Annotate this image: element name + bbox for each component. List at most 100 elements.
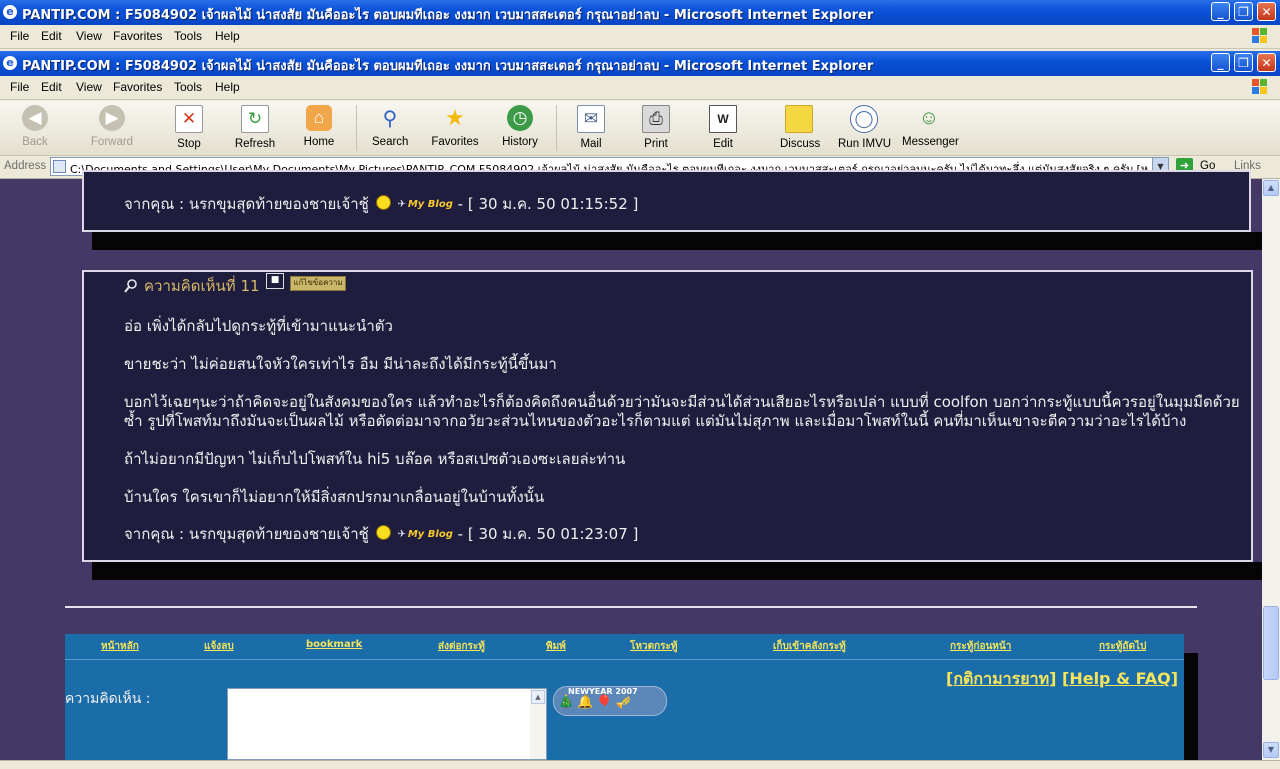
comment-flag-checkbox[interactable]: ■: [266, 273, 284, 289]
toolbar-separator: [556, 105, 557, 151]
nav-vote-link[interactable]: โหวตกระทู้: [630, 639, 677, 654]
comment-signature: จากคุณ : นรกขุมสุดท้ายของชายเจ้าชู้ ✈ My …: [124, 525, 639, 543]
stop-button[interactable]: ✕ Stop: [171, 105, 207, 150]
comment-paragraph: ถ้าไม่อยากมีปัญหา ไม่เก็บไปโพสท์ใน hi5 บ…: [124, 450, 626, 468]
menu-file[interactable]: File: [10, 80, 29, 94]
panel-shadow: [1184, 653, 1198, 760]
close-button[interactable]: ✕: [1257, 2, 1276, 21]
reply-textarea[interactable]: ▲: [227, 688, 547, 760]
window-title-bar-1[interactable]: e PANTIP.COM : F5084902 เจ้าผลไม้ น่าสงส…: [0, 0, 1280, 25]
search-icon: ⚲: [382, 107, 398, 130]
scroll-up-icon[interactable]: ▲: [531, 690, 545, 704]
nav-print-link[interactable]: พิมพ์: [546, 639, 566, 654]
menu-edit[interactable]: Edit: [41, 29, 62, 43]
nav-report-link[interactable]: แจ้งลบ: [204, 639, 234, 654]
comment-timestamp: - [ 30 ม.ค. 50 01:23:07 ]: [457, 525, 639, 543]
nav-forward-link[interactable]: ส่งต่อกระทู้: [438, 639, 485, 654]
favorites-star-icon: ★: [445, 105, 465, 130]
discuss-button[interactable]: Discuss: [780, 105, 820, 150]
comment-paragraph: ซ้ำ รูปที่โพสท์มาถึงมันจะเป็นผลไม้ หรือต…: [124, 412, 1187, 430]
smiley-icon: [375, 525, 391, 540]
menu-edit[interactable]: Edit: [41, 80, 62, 94]
reply-label: ความคิดเห็น :: [65, 691, 151, 707]
scroll-down-arrow-icon[interactable]: ▼: [1263, 742, 1279, 758]
menu-help[interactable]: Help: [215, 80, 240, 94]
help-faq-link[interactable]: Help & FAQ: [1069, 669, 1170, 688]
edit-button[interactable]: W Edit: [708, 105, 738, 150]
menu-favorites[interactable]: Favorites: [113, 29, 162, 43]
home-button[interactable]: ⌂ Home: [303, 105, 335, 148]
address-label: Address: [4, 160, 47, 172]
menu-help[interactable]: Help: [215, 29, 240, 43]
messenger-button[interactable]: ☺ Messenger: [902, 105, 959, 149]
back-button[interactable]: ◀ Back: [18, 105, 52, 148]
page-icon: [53, 160, 66, 173]
menu-view[interactable]: View: [76, 29, 102, 43]
close-button[interactable]: ✕: [1257, 53, 1276, 72]
stop-icon: ✕: [175, 105, 203, 133]
vertical-scrollbar[interactable]: ▲ ▼: [1262, 179, 1280, 760]
bird-icon: ✈: [397, 199, 406, 210]
menu-tools[interactable]: Tools: [174, 80, 202, 94]
menu-favorites[interactable]: Favorites: [113, 80, 162, 94]
comment-shadow: [92, 562, 1262, 580]
my-blog-link[interactable]: ✈ My Blog: [397, 199, 452, 210]
messenger-people-icon: ☺: [918, 106, 940, 129]
restore-button[interactable]: ❐: [1234, 2, 1253, 21]
help-links: [กติกามารยาท] [Help & FAQ]: [946, 669, 1178, 688]
scroll-up-arrow-icon[interactable]: ▲: [1263, 180, 1279, 196]
refresh-button[interactable]: ↻ Refresh: [233, 105, 277, 150]
post-shadow: [92, 232, 1262, 250]
smiley-icon: [375, 195, 391, 210]
nav-previous-thread-link[interactable]: กระทู้ก่อนหน้า: [950, 639, 1011, 654]
new-year-badge: NEWYEAR 2007 🎄🔔🎈🎺: [553, 686, 667, 716]
edit-page-icon: W: [709, 105, 737, 133]
bird-icon: ✈: [397, 529, 406, 540]
my-blog-link[interactable]: ✈ My Blog: [397, 529, 452, 540]
ie-icon: e: [3, 5, 17, 19]
home-icon: ⌂: [306, 105, 332, 131]
toolbar-separator: [356, 105, 357, 151]
nav-bookmark-link[interactable]: bookmark: [306, 639, 362, 650]
forward-button[interactable]: ▶ Forward: [88, 105, 136, 148]
magnifier-icon: [124, 279, 137, 293]
rules-link[interactable]: กติกามารยาท: [953, 669, 1049, 688]
menu-view[interactable]: View: [76, 80, 102, 94]
edit-comment-button[interactable]: แก้ไขข้อความ: [290, 276, 346, 291]
nav-archive-link[interactable]: เก็บเข้าคลังกระทู้: [773, 639, 846, 654]
nav-next-thread-link[interactable]: กระทู้ถัดไป: [1099, 639, 1146, 654]
history-button[interactable]: ◷ History: [500, 105, 540, 148]
search-button[interactable]: ⚲ Search: [372, 105, 408, 149]
minimize-button[interactable]: _: [1211, 2, 1230, 21]
divider: [65, 606, 1197, 608]
forward-arrow-icon: ▶: [99, 105, 125, 131]
back-arrow-icon: ◀: [22, 105, 48, 131]
scrollbar-thumb[interactable]: [1263, 606, 1279, 680]
restore-button[interactable]: ❐: [1234, 53, 1253, 72]
textarea-scrollbar[interactable]: ▲: [530, 689, 546, 759]
menu-bar-2: File Edit View Favorites Tools Help: [0, 76, 1280, 100]
standard-toolbar: ◀ Back ▶ Forward ✕ Stop ↻ Refresh ⌂ Home…: [0, 101, 1280, 156]
new-year-icons: 🎄🔔🎈🎺: [558, 695, 635, 710]
window-title-bar-2[interactable]: e PANTIP.COM : F5084902 เจ้าผลไม้ น่าสงส…: [0, 51, 1280, 76]
favorites-button[interactable]: ★ Favorites: [430, 105, 480, 148]
comment-heading: ความคิดเห็นที่ 11: [124, 274, 260, 298]
run-imvu-button[interactable]: ◯ Run IMVU: [838, 105, 891, 150]
windows-logo-icon: [1252, 28, 1268, 44]
nav-home-link[interactable]: หน้าหลัก: [101, 639, 139, 654]
print-button[interactable]: ⎙ Print: [640, 105, 672, 150]
menu-bar-1: File Edit View Favorites Tools Help: [0, 25, 1280, 49]
history-clock-icon: ◷: [507, 105, 533, 131]
mail-envelope-icon: ✉: [577, 105, 605, 133]
menu-file[interactable]: File: [10, 29, 29, 43]
previous-post-signature: จากคุณ : นรกขุมสุดท้ายของชายเจ้าชู้ ✈ My …: [124, 195, 639, 213]
comment-paragraph: บ้านใคร ใครเขาก็ไม่อยากให้มีสิ่งสกปรกมาเ…: [124, 488, 545, 506]
refresh-icon: ↻: [241, 105, 269, 133]
ie-icon: e: [3, 56, 17, 70]
comment-paragraph: อ่อ เพิ่งได้กลับไปดูกระทู้ที่เข้ามาแนะนำ…: [124, 317, 393, 335]
mail-button[interactable]: ✉ Mail: [574, 105, 608, 150]
window-title: PANTIP.COM : F5084902 เจ้าผลไม้ น่าสงสัย…: [22, 8, 874, 23]
menu-tools[interactable]: Tools: [174, 29, 202, 43]
discuss-note-icon: [785, 105, 813, 133]
minimize-button[interactable]: _: [1211, 53, 1230, 72]
